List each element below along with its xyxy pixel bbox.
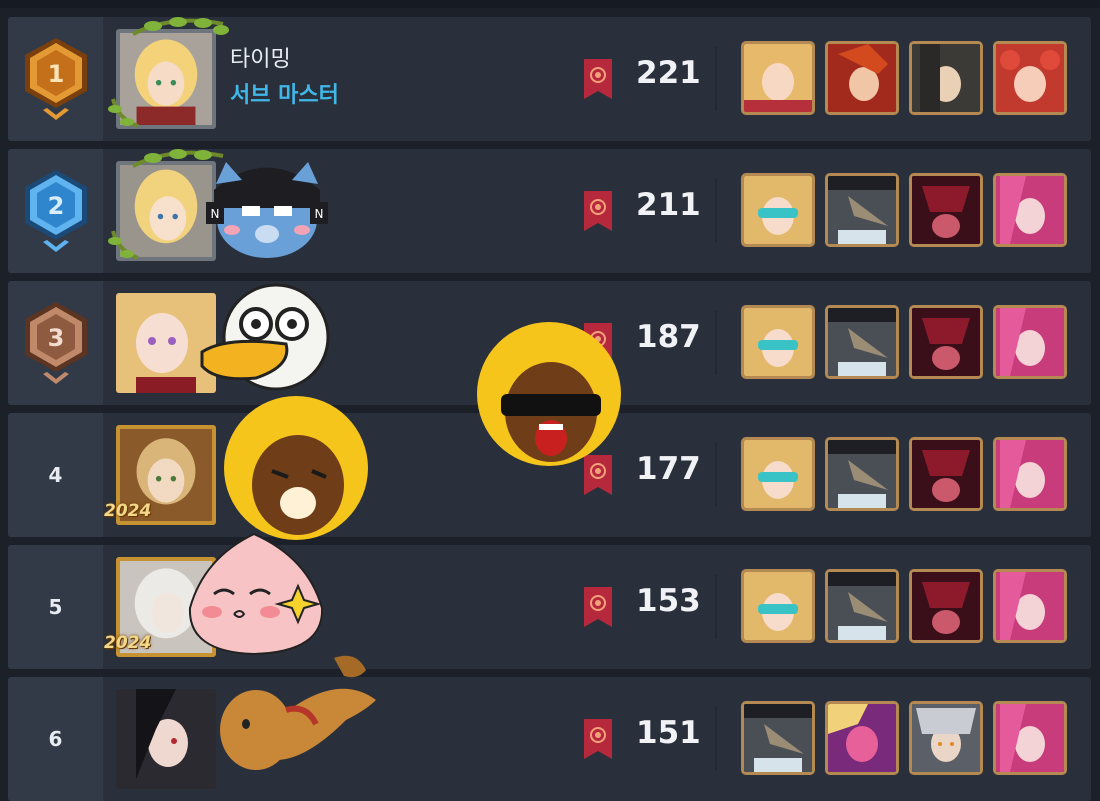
column-divider [715,179,717,243]
team-lineup [741,305,1067,379]
score-value: 211 [636,187,701,223]
hero-pink-hair-icon[interactable] [993,701,1067,775]
score-value: 151 [636,715,701,751]
hero-redhair-smile-icon[interactable] [993,41,1067,115]
hero-pink-hair-icon[interactable] [993,569,1067,643]
column-divider [715,707,717,771]
hero-pink-hair-icon[interactable] [993,437,1067,511]
hero-pink-demon-icon[interactable] [825,701,899,775]
hero-plague-doctor-icon[interactable] [825,437,899,511]
rank-cell: 2 [8,149,103,273]
ranking-row-2[interactable]: 2 211 [8,149,1091,273]
ranking-row-6[interactable]: 6 151 [8,677,1091,801]
rank-cell: 6 [8,677,103,801]
hero-crimson-helmet-icon[interactable] [909,173,983,247]
dog-emote-icon [216,650,391,780]
score-value: 221 [636,55,701,91]
banner-sun-icon [584,587,612,627]
column-divider [715,311,717,375]
player-name: 타이밍 [230,47,291,72]
column-divider [715,575,717,639]
top-edge [0,0,1100,8]
column-divider [715,443,717,507]
banner-sun-icon [584,191,612,231]
ryan-emote-icon: N N [202,150,332,260]
svg-text:N: N [315,207,324,221]
rank-badge-label: 2 [48,192,65,220]
rank-cell: 1 [8,17,103,141]
rank-badge-gold-icon: 1 [25,38,87,120]
team-lineup [741,437,1067,511]
player-avatar[interactable] [116,689,216,789]
rank-number: 4 [48,463,63,487]
rank-number: 6 [48,727,63,751]
team-lineup [741,569,1067,643]
hero-blonde-visor-icon[interactable] [741,173,815,247]
hero-plague-doctor-icon[interactable] [825,305,899,379]
tube-emote-icon [196,282,336,392]
hero-plague-doctor-icon[interactable] [825,173,899,247]
team-lineup [741,701,1067,775]
score-value: 187 [636,319,701,355]
rank-badge-bronze-icon: 3 [25,302,87,384]
score-value: 153 [636,583,701,619]
hero-crimson-helmet-icon[interactable] [909,305,983,379]
score-value: 177 [636,451,701,487]
column-divider [715,47,717,111]
hero-blonde-red-icon[interactable] [741,41,815,115]
year-badge: 2024 [104,501,152,521]
apeach-emote-icon [184,528,329,658]
hero-crimson-helmet-icon[interactable] [909,569,983,643]
rank-cell: 4 [8,413,103,537]
hero-plague-doctor-icon[interactable] [825,569,899,643]
frodo-sunglasses-emote-icon [469,320,634,470]
rank-number: 5 [48,595,63,619]
ranking-row-5[interactable]: 5 2024 153 [8,545,1091,669]
svg-text:N: N [211,207,220,221]
hero-silver-hair-icon[interactable] [909,701,983,775]
hero-pink-hair-icon[interactable] [993,173,1067,247]
frodo-emote-icon [218,393,378,543]
ranking-row-1[interactable]: 1 타이밍 서브 마스터 221 [8,17,1091,141]
laurel-wreath-icon [108,17,229,128]
banner-sun-icon [584,719,612,759]
hero-crimson-helmet-icon[interactable] [909,437,983,511]
hero-pink-hair-icon[interactable] [993,305,1067,379]
hero-blonde-visor-icon[interactable] [741,305,815,379]
hero-darkhair-glasses-icon[interactable] [909,41,983,115]
rank-badge-label: 1 [48,60,65,88]
hero-blonde-visor-icon[interactable] [741,437,815,511]
hero-redhair-fierce-icon[interactable] [825,41,899,115]
rank-cell: 5 [8,545,103,669]
player-title: 서브 마스터 [230,83,339,108]
rank-badge-silver-icon: 2 [25,170,87,252]
year-badge: 2024 [104,633,152,653]
hero-plague-doctor-icon[interactable] [741,701,815,775]
rank-cell: 3 [8,281,103,405]
rank-badge-label: 3 [48,324,65,352]
hero-blonde-visor-icon[interactable] [741,569,815,643]
team-lineup [741,41,1067,115]
banner-sun-icon [584,59,612,99]
team-lineup [741,173,1067,247]
